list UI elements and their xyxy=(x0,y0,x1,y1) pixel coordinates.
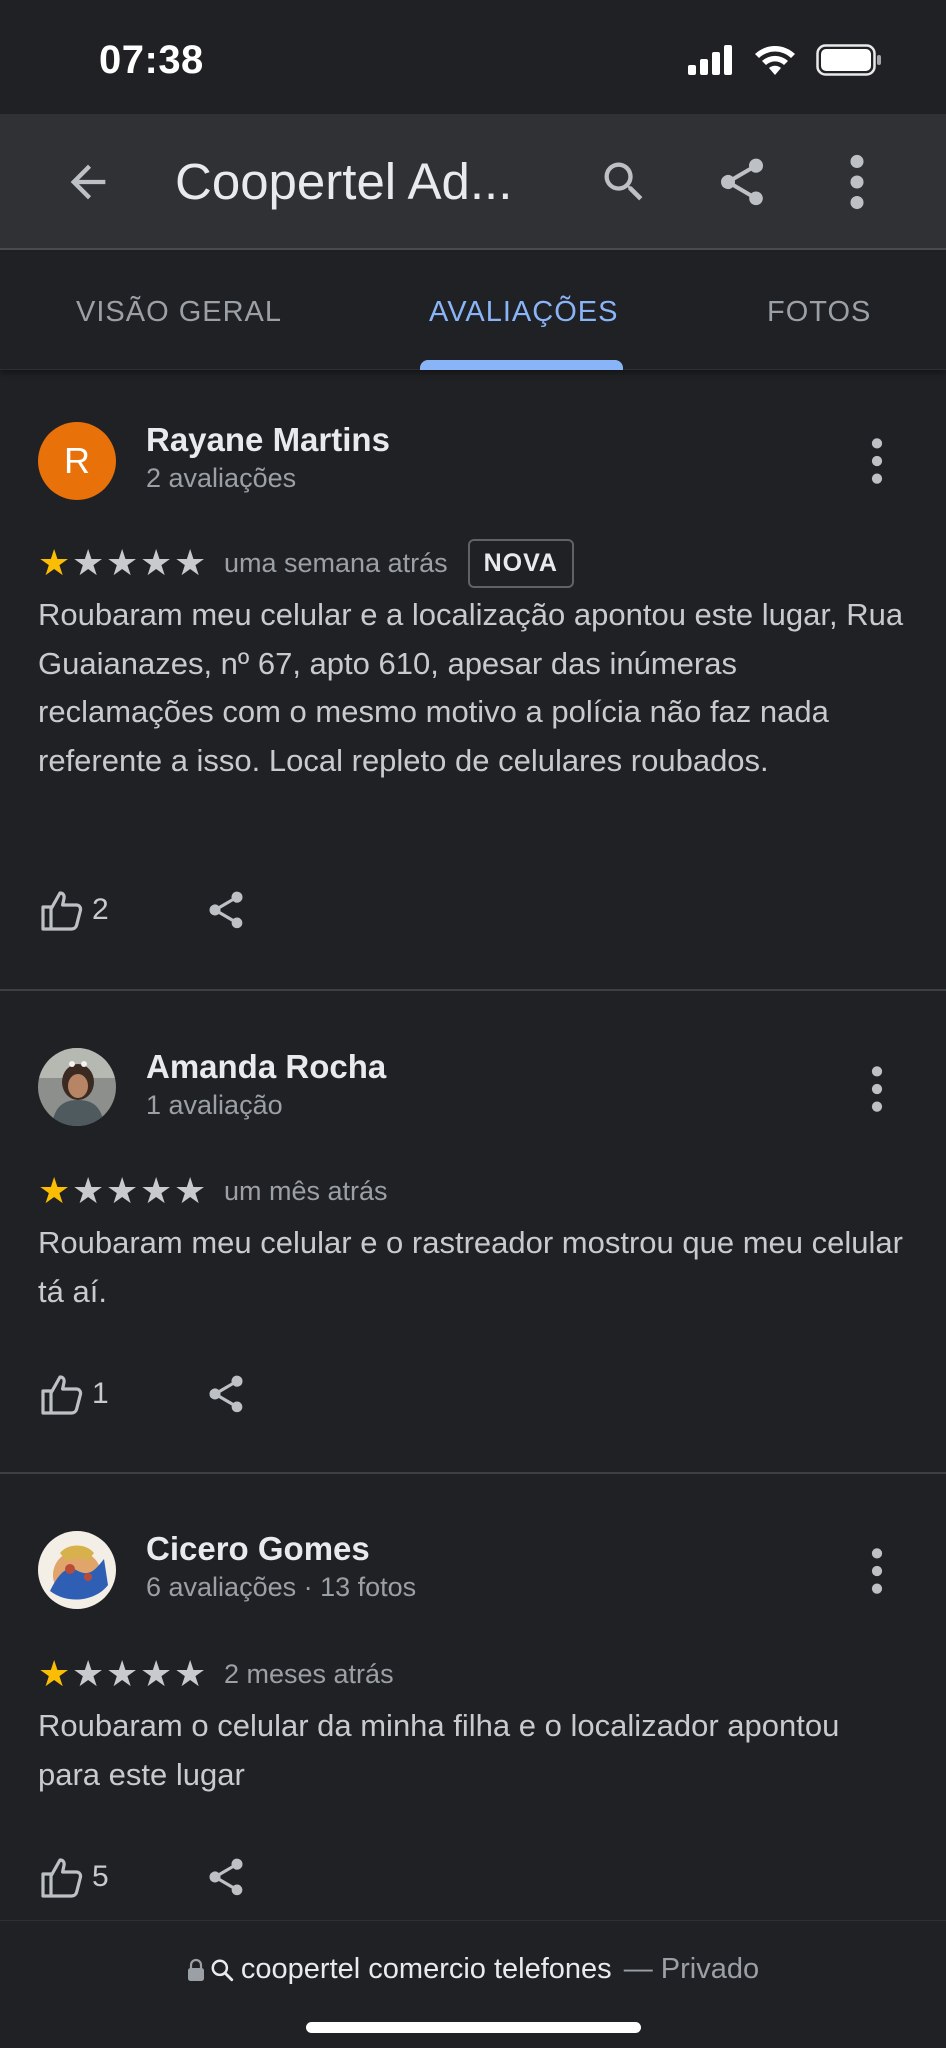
status-icons xyxy=(688,44,882,76)
thumb-up-icon[interactable] xyxy=(38,1370,86,1418)
avatar[interactable]: R xyxy=(38,422,116,500)
star-empty-icon: ★ xyxy=(106,542,139,583)
review-actions: 5 xyxy=(38,1852,248,1902)
star-empty-icon: ★ xyxy=(72,1170,105,1211)
star-rating: ★ ★ ★ ★ ★ uma semana atrás NOVA xyxy=(38,538,574,588)
tab-overview[interactable]: VISÃO GERAL xyxy=(76,296,282,329)
star-empty-icon: ★ xyxy=(106,1170,139,1211)
avatar-photo xyxy=(38,1048,116,1126)
review-time: um mês atrás xyxy=(224,1175,388,1206)
star-empty-icon: ★ xyxy=(140,1653,173,1694)
review-actions: 1 xyxy=(38,1369,248,1419)
place-title: Coopertel Ad... xyxy=(175,153,513,210)
like-count: 5 xyxy=(92,1860,109,1893)
star-empty-icon: ★ xyxy=(140,542,173,583)
private-mode-label: — Privado xyxy=(623,1953,760,1985)
more-vert-icon[interactable] xyxy=(862,1547,892,1595)
reviewer-stats: 2 avaliações xyxy=(146,463,297,493)
new-badge: NOVA xyxy=(467,538,574,588)
reviewer-name[interactable]: Cicero Gomes xyxy=(146,1530,370,1568)
thumb-up-icon[interactable] xyxy=(38,886,86,934)
home-indicator[interactable] xyxy=(306,2022,641,2033)
reviewer-name[interactable]: Rayane Martins xyxy=(146,421,390,459)
search-icon[interactable] xyxy=(598,156,650,208)
status-bar: 07:38 xyxy=(0,0,946,114)
more-vert-icon[interactable] xyxy=(862,1065,892,1113)
active-tab-indicator xyxy=(420,360,623,370)
review-actions: 2 xyxy=(38,885,248,935)
star-empty-icon: ★ xyxy=(174,1653,207,1694)
back-arrow-icon[interactable] xyxy=(62,156,114,208)
review-text: Roubaram meu celular e o rastreador most… xyxy=(38,1225,903,1309)
star-empty-icon: ★ xyxy=(106,1653,139,1694)
status-time: 07:38 xyxy=(99,38,204,82)
wifi-icon xyxy=(755,46,795,75)
star-empty-icon: ★ xyxy=(140,1170,173,1211)
browser-url-bar[interactable]: coopertel comercio telefones — Privado xyxy=(0,1920,946,2048)
share-icon[interactable] xyxy=(714,154,770,210)
lock-icon xyxy=(187,1958,204,1981)
review-time: uma semana atrás xyxy=(224,547,448,578)
star-empty-icon: ★ xyxy=(174,542,207,583)
avatar[interactable] xyxy=(38,1531,116,1609)
star-empty-icon: ★ xyxy=(72,542,105,583)
star-empty-icon: ★ xyxy=(72,1653,105,1694)
reviewer-stats: 6 avaliações · 13 fotos xyxy=(146,1572,417,1602)
signal-icon xyxy=(688,45,732,75)
like-count: 1 xyxy=(92,1377,109,1410)
more-vert-icon[interactable] xyxy=(862,437,892,485)
review-text: Roubaram meu celular e a localização apo… xyxy=(38,597,904,778)
more-vert-icon[interactable] xyxy=(842,154,872,210)
avatar-photo xyxy=(38,1531,116,1609)
review-card: Cicero Gomes 6 avaliações · 13 fotos ★ ★… xyxy=(0,1474,946,1920)
star-filled-icon: ★ xyxy=(38,1653,71,1694)
share-icon[interactable] xyxy=(204,1372,248,1416)
star-filled-icon: ★ xyxy=(38,542,71,583)
share-icon[interactable] xyxy=(204,1855,248,1899)
thumb-up-icon[interactable] xyxy=(38,1853,86,1901)
review-time: 2 meses atrás xyxy=(224,1658,394,1689)
reviewer-stats: 1 avaliação xyxy=(146,1090,283,1120)
review-card: Amanda Rocha 1 avaliação ★ ★ ★ ★ ★ um mê… xyxy=(0,991,946,1474)
url-host: coopertel comercio telefones xyxy=(240,1953,612,1985)
app-bar: Coopertel Ad... xyxy=(0,114,946,250)
review-text: Roubaram o celular da minha filha e o lo… xyxy=(38,1708,840,1792)
star-rating: ★ ★ ★ ★ ★ um mês atrás xyxy=(38,1171,388,1211)
url-display[interactable]: coopertel comercio telefones — Privado xyxy=(0,1953,946,1986)
tab-photos[interactable]: FOTOS xyxy=(767,296,871,329)
avatar[interactable] xyxy=(38,1048,116,1126)
star-empty-icon: ★ xyxy=(174,1170,207,1211)
battery-icon xyxy=(816,44,881,76)
star-filled-icon: ★ xyxy=(38,1170,71,1211)
review-card: R Rayane Martins 2 avaliações ★ ★ ★ ★ ★ … xyxy=(0,371,946,991)
tab-reviews[interactable]: AVALIAÇÕES xyxy=(429,296,618,329)
star-rating: ★ ★ ★ ★ ★ 2 meses atrás xyxy=(38,1654,394,1694)
tab-bar: VISÃO GERAL AVALIAÇÕES FOTOS xyxy=(0,252,946,370)
share-icon[interactable] xyxy=(204,888,248,932)
search-icon xyxy=(211,1959,234,1981)
like-count: 2 xyxy=(92,893,109,926)
reviewer-name[interactable]: Amanda Rocha xyxy=(146,1048,386,1086)
